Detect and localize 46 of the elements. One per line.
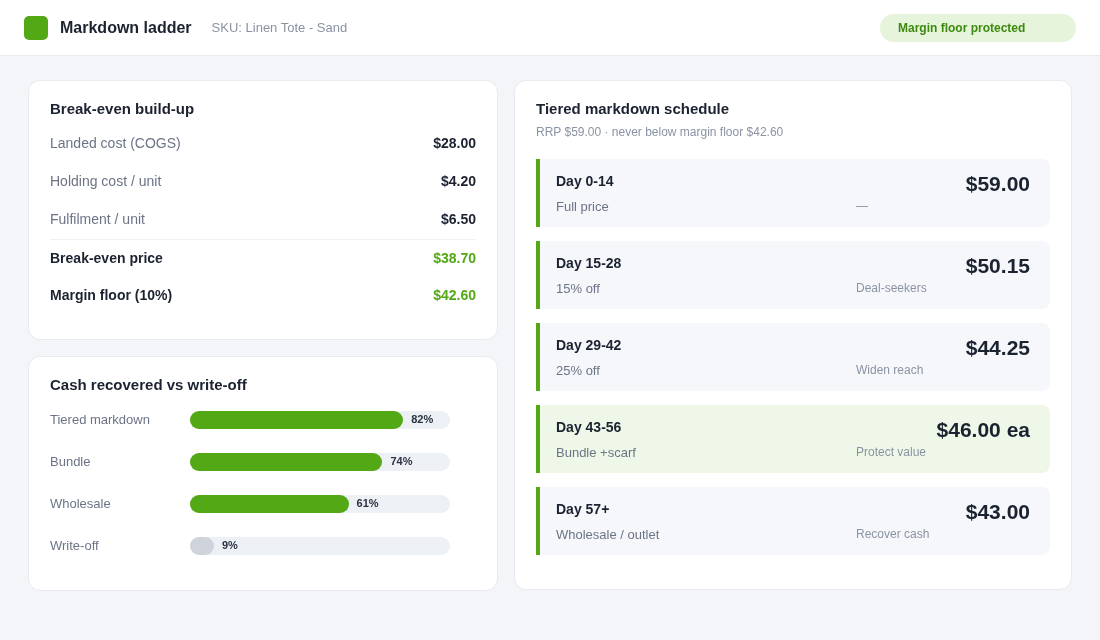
- bar-value: 74%: [390, 454, 413, 470]
- tier-days: Day 0-14: [556, 170, 856, 192]
- tier-note: —: [856, 197, 868, 215]
- bar-label: Wholesale: [50, 494, 112, 513]
- tier-note: Deal-seekers: [856, 279, 927, 297]
- row-value: $6.50: [440, 210, 476, 229]
- bar-label: Bundle: [50, 452, 92, 471]
- row-value: $42.60: [433, 286, 476, 305]
- bar-value: 82%: [411, 412, 434, 428]
- status-badge: Margin floor protected: [880, 13, 1076, 42]
- card-subtitle: RRP $59.00 · never below margin floor $42.60: [536, 123, 785, 141]
- bar-value: 61%: [356, 496, 379, 512]
- tier-price: $50.15: [965, 252, 1030, 279]
- row-value: $38.70: [433, 248, 476, 268]
- logo-icon: [24, 15, 48, 40]
- card-title: Tiered markdown schedule: [536, 99, 731, 119]
- tier-days: Day 15-28: [556, 252, 856, 274]
- tier-price: $46.00 ea: [936, 416, 1030, 443]
- tier-days: Day 57+: [556, 498, 856, 520]
- row-label: Margin floor (10%): [50, 286, 173, 305]
- tier-action: Bundle +scarf: [556, 443, 637, 462]
- row-label: Break-even price: [50, 248, 163, 268]
- sku-label: SKU: Linen Tote - Sand: [211, 18, 348, 37]
- card-title: Cash recovered vs write-off: [50, 375, 248, 395]
- tier-action: Wholesale / outlet: [556, 525, 661, 544]
- app-title: Markdown ladder: [60, 17, 192, 38]
- tier-note: Recover cash: [856, 525, 930, 543]
- tier-days: Day 43-56: [556, 416, 856, 438]
- tier-price: $44.25: [965, 334, 1030, 361]
- bar-label: Tiered markdown: [50, 410, 151, 429]
- row-label: Landed cost (COGS): [50, 134, 181, 153]
- tier-action: 25% off: [556, 361, 601, 380]
- tier-action: 15% off: [556, 279, 601, 298]
- bar-value: 9%: [222, 538, 238, 554]
- tier-note: Protect value: [856, 443, 927, 461]
- card-title: Break-even build-up: [50, 99, 196, 119]
- row-label: Holding cost / unit: [50, 172, 162, 191]
- tier-action: Full price: [556, 197, 610, 216]
- row-value: $28.00: [433, 134, 476, 153]
- bar-label: Write-off: [50, 536, 100, 555]
- tier-price: $59.00: [965, 170, 1030, 197]
- tier-note: Widen reach: [856, 361, 924, 379]
- tier-days: Day 29-42: [556, 334, 856, 356]
- row-label: Fulfilment / unit: [50, 210, 145, 229]
- tier-price: $43.00: [965, 498, 1030, 525]
- row-value: $4.20: [440, 172, 476, 191]
